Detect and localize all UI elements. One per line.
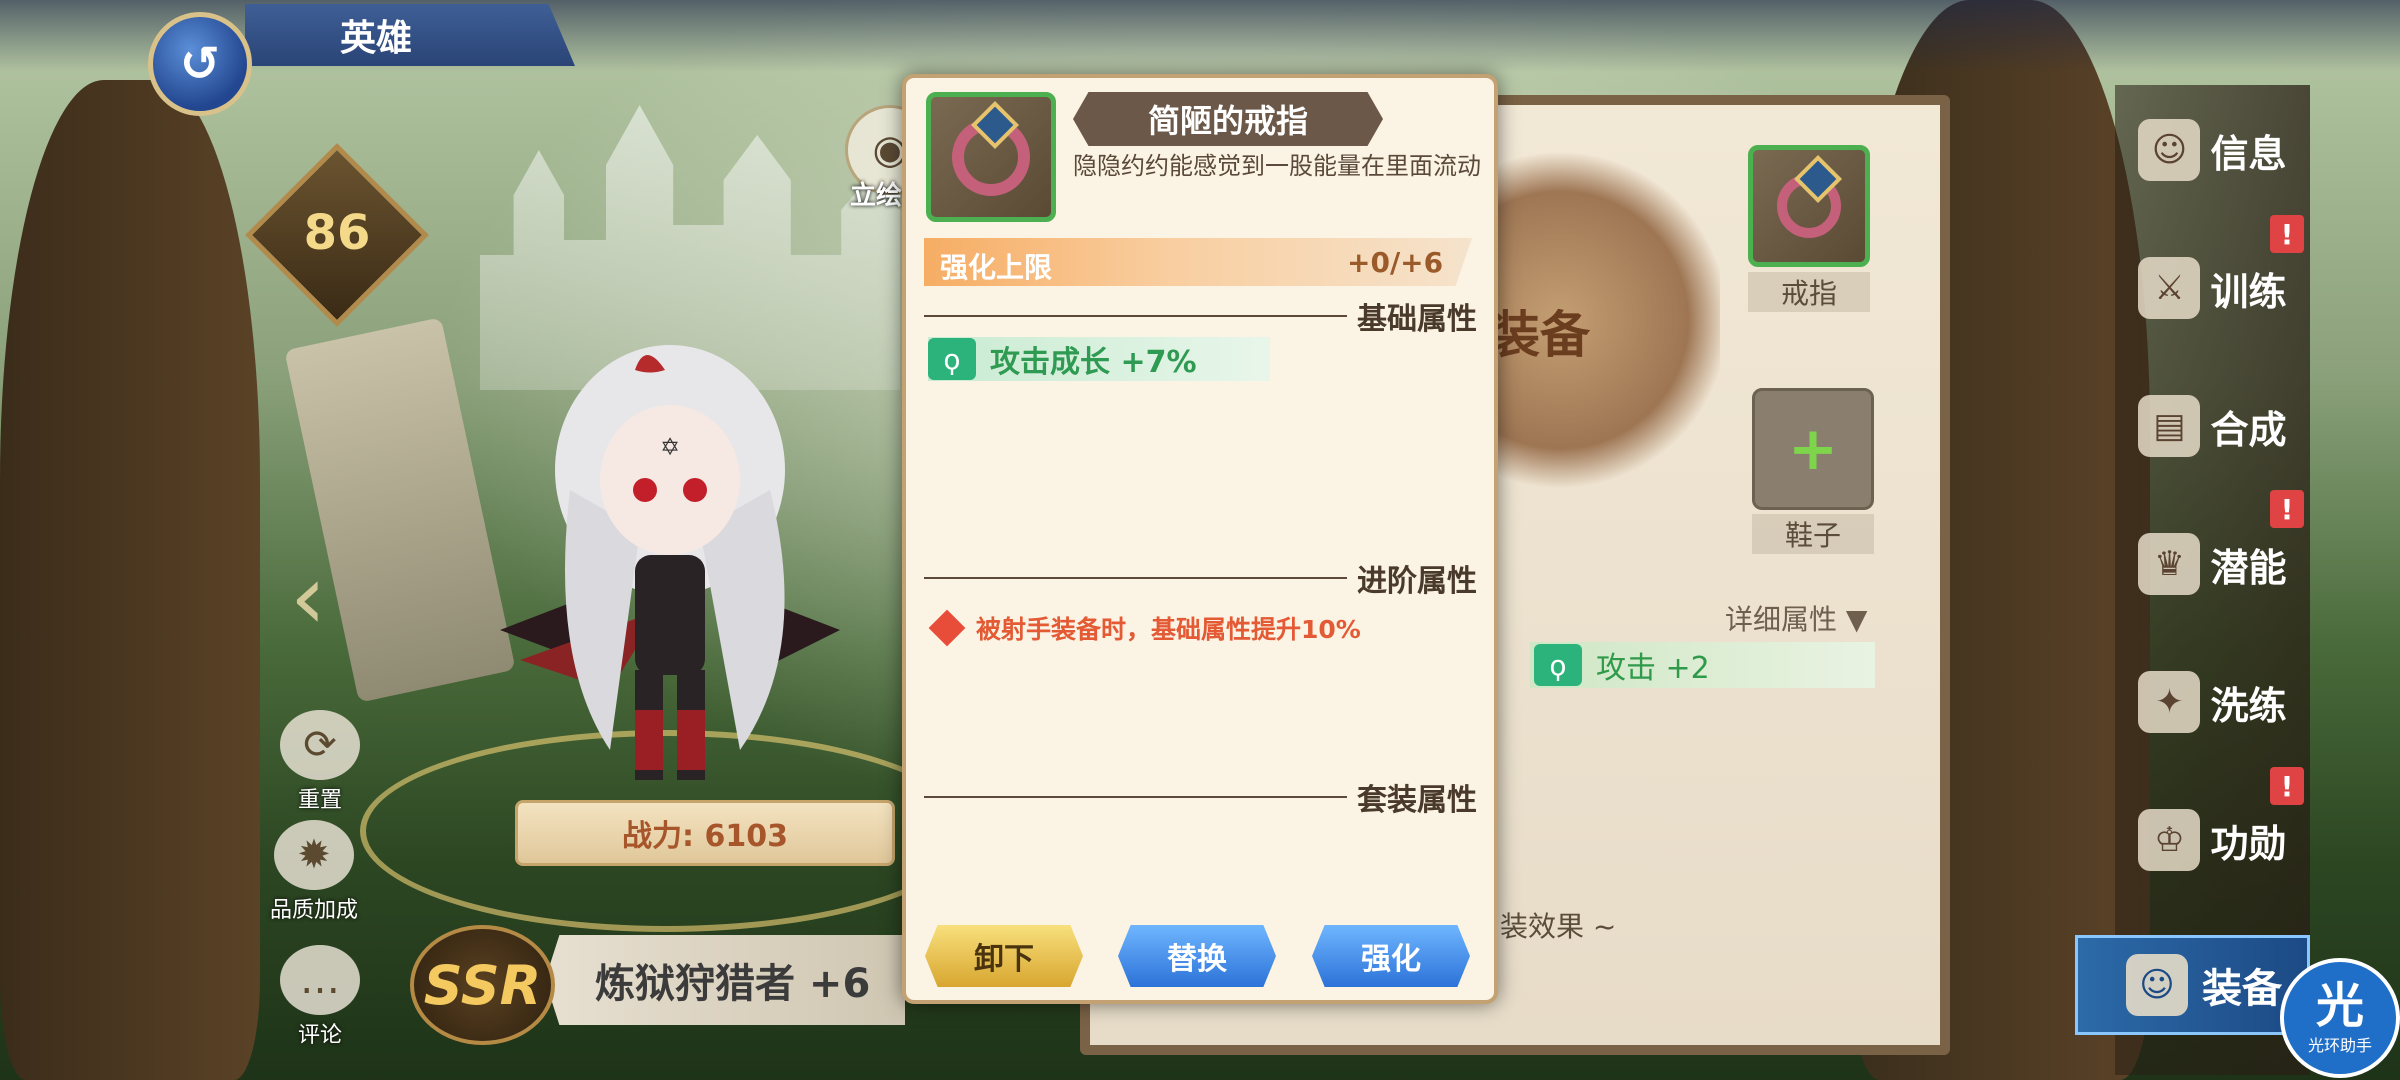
page-title: 英雄 xyxy=(245,4,575,66)
attack-growth-icon: ϙ xyxy=(928,338,976,380)
reset-action[interactable]: ⟳ 重置 xyxy=(280,710,360,814)
tree-trunk-left xyxy=(0,80,260,1080)
hero-character: ✡ xyxy=(500,345,840,780)
quality-bonus-action[interactable]: ✹ 品质加成 xyxy=(270,820,358,924)
menu-refine[interactable]: ✦ 洗练 xyxy=(2115,647,2310,757)
info-face-icon: ☺ xyxy=(2138,119,2201,181)
back-button[interactable]: ↺ xyxy=(148,12,252,116)
shoes-slot-label: 鞋子 xyxy=(1752,514,1874,554)
set-attributes-title: 套装属性 xyxy=(1357,783,1477,818)
alert-badge-merit: ! xyxy=(2270,767,2304,805)
back-swirl-icon: ↺ xyxy=(179,36,221,92)
advanced-attributes-header: 进阶属性 xyxy=(924,558,1477,599)
compose-cards-icon: ▤ xyxy=(2138,395,2201,457)
advanced-attribute-row: 被射手装备时，基础属性提升10% xyxy=(928,609,1361,647)
item-description: 隐隐约约能感觉到一股能量在里面流动 xyxy=(1073,152,1481,180)
comment-action[interactable]: … 评论 xyxy=(280,945,360,1049)
add-plus-icon: + xyxy=(1787,414,1839,484)
equip-face-icon: ☺ xyxy=(2126,954,2188,1016)
enhance-limit-label: 强化上限 xyxy=(940,251,1053,284)
panel-attack-attr-text: 攻击 +2 xyxy=(1596,651,1710,686)
hero-level: 86 xyxy=(303,205,371,261)
potential-crown-icon: ♛ xyxy=(2138,533,2201,595)
panel-attack-attr: ϙ 攻击 +2 xyxy=(1530,642,1875,688)
ring-slot-label: 戒指 xyxy=(1748,272,1870,312)
set-attributes-header: 套装属性 xyxy=(924,777,1477,818)
emblem-text: 装备 xyxy=(1490,306,1590,364)
helper-logo-glyph: 光 xyxy=(2315,978,2364,1034)
training-icon: ⚔ xyxy=(2138,257,2201,319)
alert-badge-training: ! xyxy=(2270,215,2304,253)
hero-power: 战力: 6103 xyxy=(622,819,788,854)
item-name: 简陋的戒指 xyxy=(1073,92,1383,146)
set-effect-text: 装效果 ~ xyxy=(1500,910,1617,943)
base-attributes-title: 基础属性 xyxy=(1357,302,1477,337)
comment-bubble-icon: … xyxy=(280,945,360,1015)
advanced-attribute-text: 被射手装备时，基础属性提升10% xyxy=(976,615,1361,644)
menu-info[interactable]: ☺ 信息 xyxy=(2115,95,2310,205)
comment-label: 评论 xyxy=(297,1023,342,1048)
red-diamond-icon xyxy=(928,609,966,647)
shoes-slot[interactable]: + xyxy=(1752,388,1874,510)
menu-merit-label: 功勋 xyxy=(2210,821,2287,866)
helper-logo-text: 光环助手 xyxy=(2307,1036,2372,1055)
rarity-badge: SSR xyxy=(410,925,555,1045)
enhance-button[interactable]: 强化 xyxy=(1312,925,1470,987)
attack-attr-icon: ϙ xyxy=(1534,644,1582,686)
reset-icon: ⟳ xyxy=(280,710,360,780)
merit-crown-icon: ♔ xyxy=(2138,809,2201,871)
menu-compose[interactable]: ▤ 合成 xyxy=(2115,371,2310,481)
alert-badge-potential: ! xyxy=(2270,490,2304,528)
menu-training-label: 训练 xyxy=(2210,269,2287,314)
menu-equip-active[interactable]: ☺ 装备 xyxy=(2075,935,2310,1035)
base-attribute-row: ϙ 攻击成长 +7% xyxy=(928,337,1270,381)
detail-attributes-label: 详细属性 xyxy=(1725,603,1838,636)
view-art-label: 立绘 xyxy=(850,181,903,211)
quality-bonus-label: 品质加成 xyxy=(270,898,359,923)
ring-icon xyxy=(952,118,1030,196)
hero-name: 炼狱狩猎者 +6 xyxy=(545,935,905,1025)
base-attributes-header: 基础属性 xyxy=(924,296,1477,337)
menu-refine-label: 洗练 xyxy=(2210,683,2287,728)
reset-label: 重置 xyxy=(297,788,342,813)
unequip-button[interactable]: 卸下 xyxy=(925,925,1083,987)
power-bar: 战力: 6103 xyxy=(515,800,895,866)
base-attribute-text: 攻击成长 +7% xyxy=(990,345,1197,380)
chevron-down-icon: ▼ xyxy=(1845,603,1868,636)
ring-slot[interactable] xyxy=(1748,145,1870,267)
menu-potential-label: 潜能 xyxy=(2210,545,2287,590)
helper-app-logo[interactable]: 光 光环助手 xyxy=(2280,958,2400,1078)
quality-flame-icon: ✹ xyxy=(274,820,354,890)
advanced-attributes-title: 进阶属性 xyxy=(1357,564,1477,599)
detail-attributes-toggle[interactable]: 详细属性 ▼ xyxy=(1725,598,1867,638)
prev-hero-arrow[interactable]: ‹ xyxy=(290,545,326,650)
menu-compose-label: 合成 xyxy=(2210,407,2287,452)
svg-text:✡: ✡ xyxy=(660,433,680,461)
ring-icon xyxy=(1777,174,1841,238)
menu-equip-label: 装备 xyxy=(2202,966,2282,1012)
refine-icon: ✦ xyxy=(2138,671,2201,733)
enhance-limit-value: +0/+6 xyxy=(1347,246,1444,279)
item-icon xyxy=(926,92,1056,222)
menu-info-label: 信息 xyxy=(2210,131,2287,176)
replace-button[interactable]: 替换 xyxy=(1118,925,1276,987)
